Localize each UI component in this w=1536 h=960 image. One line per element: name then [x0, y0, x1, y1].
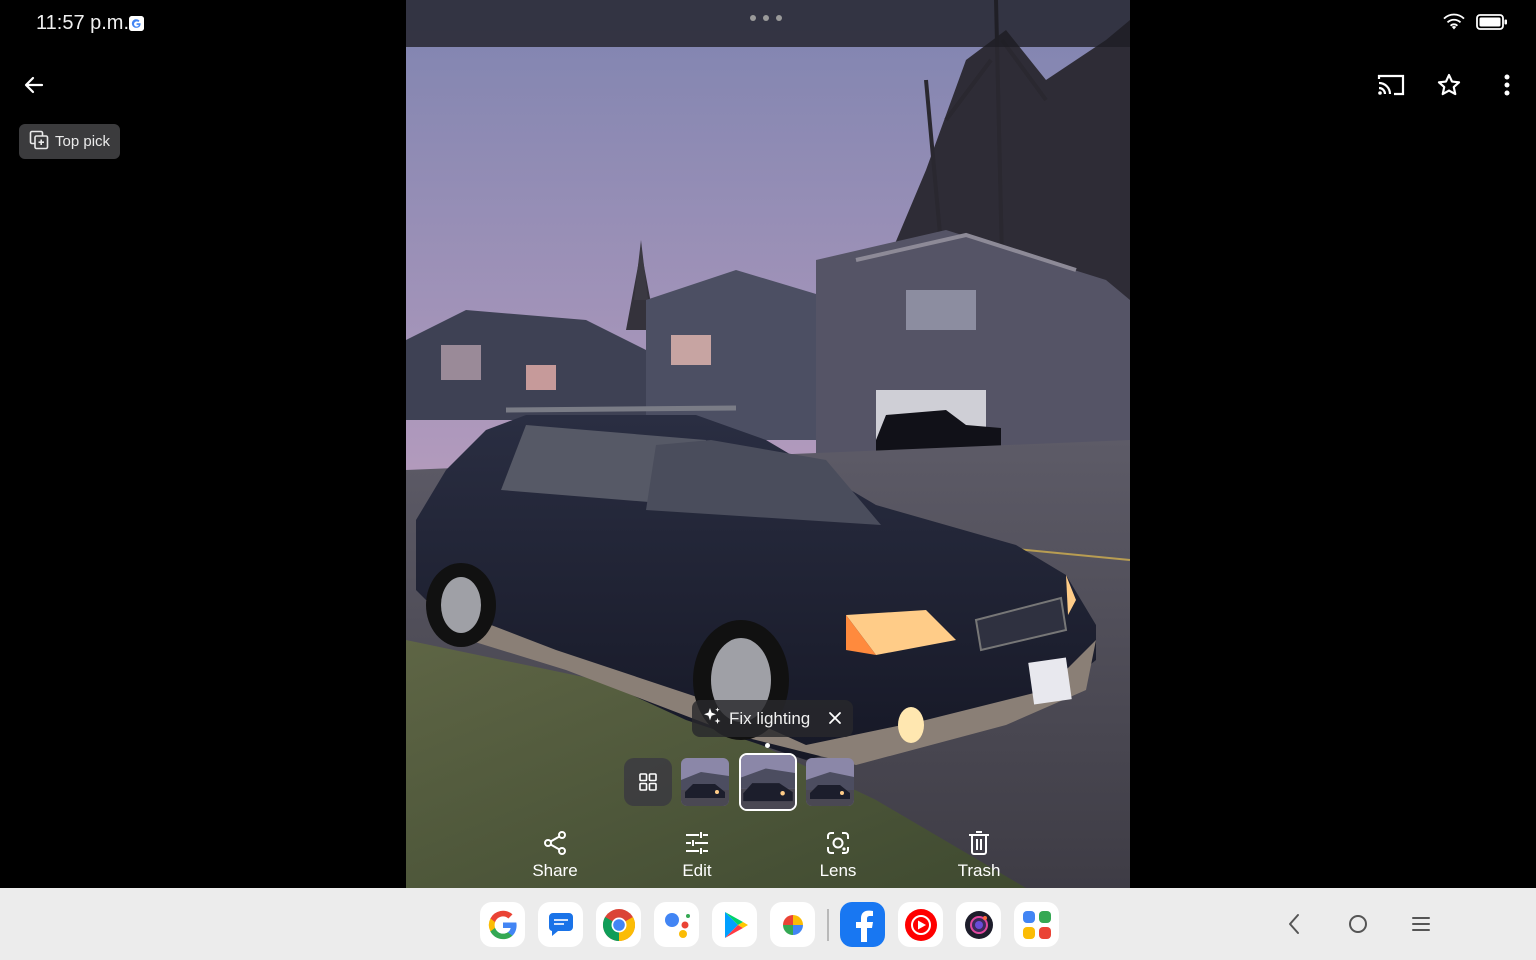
share-label: Share — [532, 861, 578, 880]
burst-thumbnail-3[interactable] — [806, 758, 854, 806]
trash-label: Trash — [957, 861, 1001, 880]
arrow-left-icon[interactable] — [12, 63, 56, 107]
burst-stack-icon — [29, 130, 49, 154]
edit-label: Edit — [682, 861, 712, 880]
lens-label: Lens — [819, 861, 857, 880]
assistant-app-icon[interactable] — [654, 902, 699, 947]
youtube-music-app-icon[interactable] — [898, 902, 943, 947]
sparkle-icon — [701, 705, 723, 732]
edit-button[interactable]: Edit — [649, 828, 745, 884]
facebook-app-icon[interactable] — [840, 902, 885, 947]
status-time: 11:57 p.m. — [36, 12, 130, 34]
photos-app-icon[interactable] — [770, 902, 815, 947]
burst-thumbnail-2[interactable] — [739, 753, 797, 811]
window-handle-dots[interactable] — [750, 15, 782, 21]
dock-divider — [827, 908, 829, 941]
wifi-icon — [1442, 12, 1466, 37]
play-store-app-icon[interactable] — [712, 902, 757, 947]
messages-app-icon[interactable] — [538, 902, 583, 947]
fix-lighting-label: Fix lighting — [729, 708, 811, 728]
app-drawer-icon[interactable] — [1014, 902, 1059, 947]
top-pick-chip[interactable]: Top pick — [19, 124, 121, 159]
battery-icon — [1476, 13, 1508, 36]
window-handle-bar[interactable] — [406, 0, 1130, 47]
tune-sliders-icon — [684, 828, 710, 858]
trash-button[interactable]: Trash — [931, 828, 1027, 884]
fix-lighting-chip[interactable]: Fix lighting — [692, 700, 853, 737]
share-icon — [542, 828, 568, 858]
close-icon[interactable] — [825, 708, 845, 728]
google-app-icon[interactable] — [480, 902, 525, 947]
burst-thumbnail-1[interactable] — [681, 758, 729, 806]
lens-icon — [825, 828, 851, 858]
more-vertical-icon[interactable] — [1485, 63, 1529, 107]
cast-icon[interactable] — [1369, 63, 1413, 107]
lens-button[interactable]: Lens — [790, 828, 886, 884]
top-pick-label: Top pick — [55, 133, 111, 150]
app-dock — [480, 902, 1072, 947]
grid-icon[interactable] — [624, 758, 672, 806]
google-badge-icon — [129, 16, 144, 31]
back-chevron-icon[interactable] — [1270, 900, 1318, 948]
suggestion-pointer-dot — [765, 743, 770, 748]
star-outline-icon[interactable] — [1427, 63, 1471, 107]
taskbar — [0, 888, 1536, 960]
trash-icon — [967, 828, 991, 858]
share-button[interactable]: Share — [507, 828, 603, 884]
camera-app-icon[interactable] — [956, 902, 1001, 947]
home-circle-icon[interactable] — [1334, 900, 1382, 948]
chrome-app-icon[interactable] — [596, 902, 641, 947]
recents-menu-icon[interactable] — [1397, 900, 1445, 948]
